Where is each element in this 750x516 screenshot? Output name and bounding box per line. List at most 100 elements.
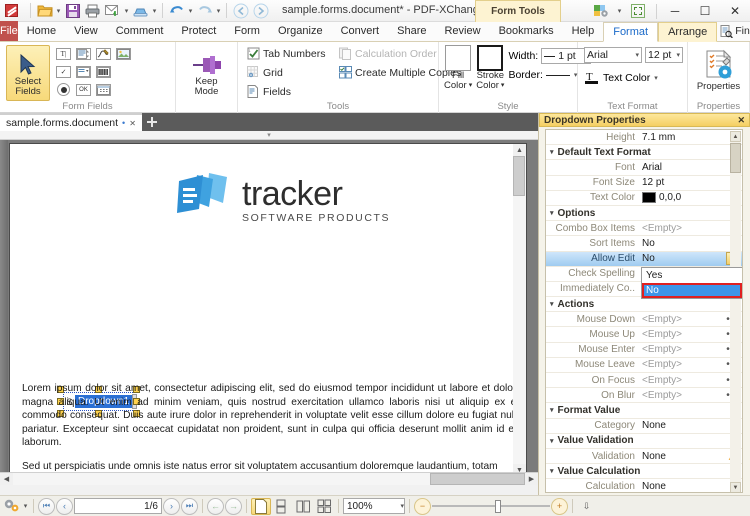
forward-icon[interactable] — [251, 1, 270, 20]
dropdown-option-yes[interactable]: Yes — [642, 268, 742, 283]
color-swatch[interactable] — [642, 192, 656, 204]
property-row-on-focus[interactable]: On Focus <Empty> ••• — [546, 373, 742, 389]
dropdown-field-icon[interactable] — [74, 63, 93, 80]
property-value[interactable]: <Empty> — [639, 344, 724, 355]
tab-view[interactable]: View — [65, 21, 107, 41]
scroll-up-arrow[interactable]: ▲ — [730, 131, 741, 142]
print-icon[interactable] — [83, 1, 102, 20]
close-button[interactable]: ✕ — [720, 0, 750, 22]
property-value[interactable]: <Empty> — [639, 314, 724, 325]
property-row-mouse-leave[interactable]: Mouse Leave <Empty> ••• — [546, 358, 742, 373]
property-group-actions[interactable]: ▾ Actions — [546, 297, 742, 313]
collapse-triangle-icon[interactable]: ▾ — [550, 437, 554, 445]
single-page-icon[interactable] — [251, 497, 271, 515]
property-row-mouse-down[interactable]: Mouse Down <Empty> ••• — [546, 312, 742, 328]
dropdown-option-no[interactable]: No — [642, 283, 742, 298]
navigate-back-button[interactable]: ← — [207, 497, 224, 515]
property-row-validation[interactable]: Validation None ⚠ — [546, 449, 742, 465]
tab-numbers-button[interactable]: 1 Tab Numbers — [246, 45, 325, 62]
contextual-tab-form-tools[interactable]: Form Tools — [475, 0, 561, 22]
keep-mode-button[interactable]: Keep Mode — [185, 45, 229, 101]
collapse-triangle-icon[interactable]: ▾ — [550, 467, 554, 475]
property-row-on-blur[interactable]: On Blur <Empty> ••• — [546, 388, 742, 404]
left-panel-rail[interactable] — [0, 140, 8, 485]
barcode-field-icon[interactable] — [94, 63, 113, 80]
tab-help[interactable]: Help — [563, 21, 604, 41]
tab-comment[interactable]: Comment — [107, 21, 173, 41]
property-group-value-validation[interactable]: ▾ Value Validation — [546, 434, 742, 449]
tab-bookmarks[interactable]: Bookmarks — [490, 21, 563, 41]
open-icon[interactable] — [35, 1, 54, 20]
image-field-icon[interactable] — [114, 45, 133, 62]
property-group-default-text-format[interactable]: ▾ Default Text Format — [546, 145, 742, 161]
grid-button[interactable]: Grid — [246, 64, 324, 81]
chevron-down-icon[interactable]: ▾ — [673, 51, 680, 59]
page-vertical-scrollbar[interactable]: ▲ ▼ — [513, 144, 526, 476]
navigate-forward-button[interactable]: → — [225, 497, 242, 515]
font-size-select[interactable]: 12 pt ▾ — [645, 47, 683, 63]
property-value[interactable]: Arial — [639, 162, 742, 173]
tab-form[interactable]: Form — [225, 21, 269, 41]
email-icon[interactable] — [103, 1, 122, 20]
fields-button[interactable]: Fields — [246, 83, 324, 100]
chevron-down-icon[interactable]: ▾ — [616, 2, 623, 21]
allow-edit-dropdown-list[interactable]: Yes No — [641, 267, 742, 299]
tab-arrange[interactable]: Arrange — [658, 22, 718, 42]
find-button[interactable]: Find... — [717, 24, 750, 38]
next-page-button[interactable]: › — [163, 497, 180, 515]
button-field-icon[interactable]: OK — [74, 81, 93, 98]
chevron-down-icon[interactable]: ▾ — [187, 1, 194, 20]
close-icon[interactable]: ✕ — [129, 119, 136, 128]
chevron-down-icon[interactable]: ▾ — [501, 81, 505, 91]
property-row-height[interactable]: Height 7.1 mm — [546, 130, 742, 146]
collapse-triangle-icon[interactable]: ▾ — [550, 148, 554, 156]
document-tab[interactable]: sample.forms.document • ✕ — [0, 113, 142, 131]
property-value[interactable]: <Empty> — [639, 375, 724, 386]
property-group-options[interactable]: ▾ Options — [546, 206, 742, 222]
scroll-thumb-horizontal[interactable] — [430, 473, 525, 485]
tab-share[interactable]: Share — [388, 21, 435, 41]
scroll-down-arrow[interactable]: ▼ — [730, 482, 741, 492]
property-row-font[interactable]: Font Arial — [546, 160, 742, 176]
property-value-wrap[interactable]: 0,0,0 — [639, 192, 742, 204]
property-value[interactable]: <Empty> — [639, 223, 742, 234]
chevron-down-icon[interactable]: ▾ — [397, 502, 404, 510]
redo-icon[interactable] — [195, 1, 214, 20]
calculation-order-button[interactable]: Calculation Order — [338, 45, 437, 62]
stroke-color-button[interactable]: Stroke Color ▾ — [476, 45, 504, 91]
property-row-allow-edit[interactable]: Allow Edit No ▾ — [546, 251, 742, 267]
zoom-slider-handle[interactable] — [495, 499, 501, 513]
collapse-triangle-icon[interactable]: ▾ — [550, 406, 554, 414]
zoom-slider[interactable] — [432, 498, 550, 515]
tab-file[interactable]: File — [0, 21, 18, 41]
property-value[interactable]: 7.1 mm — [639, 132, 742, 143]
list-box-icon[interactable] — [74, 45, 93, 62]
undo-icon[interactable] — [167, 1, 186, 20]
chevron-down-icon[interactable]: ▾ — [469, 81, 473, 91]
check-box-icon[interactable]: ✓ — [54, 63, 73, 80]
radio-button-icon[interactable] — [54, 81, 73, 98]
new-tab-button[interactable] — [142, 113, 162, 131]
chevron-down-icon[interactable]: ▾ — [123, 1, 130, 20]
chevron-down-icon[interactable]: ▾ — [654, 74, 658, 82]
property-value[interactable]: <Empty> — [639, 390, 724, 401]
theme-icon[interactable] — [586, 0, 616, 22]
property-value[interactable]: None — [639, 451, 728, 462]
text-color-button[interactable]: T Text Color ▾ — [584, 69, 658, 86]
property-value[interactable]: No — [639, 238, 742, 249]
property-row-category[interactable]: Category None — [546, 419, 742, 434]
collapse-triangle-icon[interactable]: ▾ — [550, 209, 554, 217]
chevron-down-icon[interactable]: ▾ — [574, 71, 578, 79]
property-row-sort-items[interactable]: Sort Items No — [546, 236, 742, 252]
previous-page-button[interactable]: ‹ — [56, 497, 73, 515]
text-field-icon[interactable]: T| — [54, 45, 73, 62]
save-icon[interactable] — [63, 1, 82, 20]
property-row-text-color[interactable]: Text Color 0,0,0 — [546, 191, 742, 206]
tab-protect[interactable]: Protect — [172, 21, 225, 41]
gear-icon[interactable] — [2, 498, 21, 515]
property-row-mouse-enter[interactable]: Mouse Enter <Empty> ••• — [546, 343, 742, 358]
expand-statusbar-button[interactable]: ⇩ — [577, 498, 596, 515]
properties-vertical-scrollbar[interactable]: ▲ ▼ — [730, 131, 741, 492]
zoom-level-select[interactable]: 100% ▾ — [343, 498, 405, 514]
split-view-handle[interactable]: ▾ — [0, 131, 538, 140]
